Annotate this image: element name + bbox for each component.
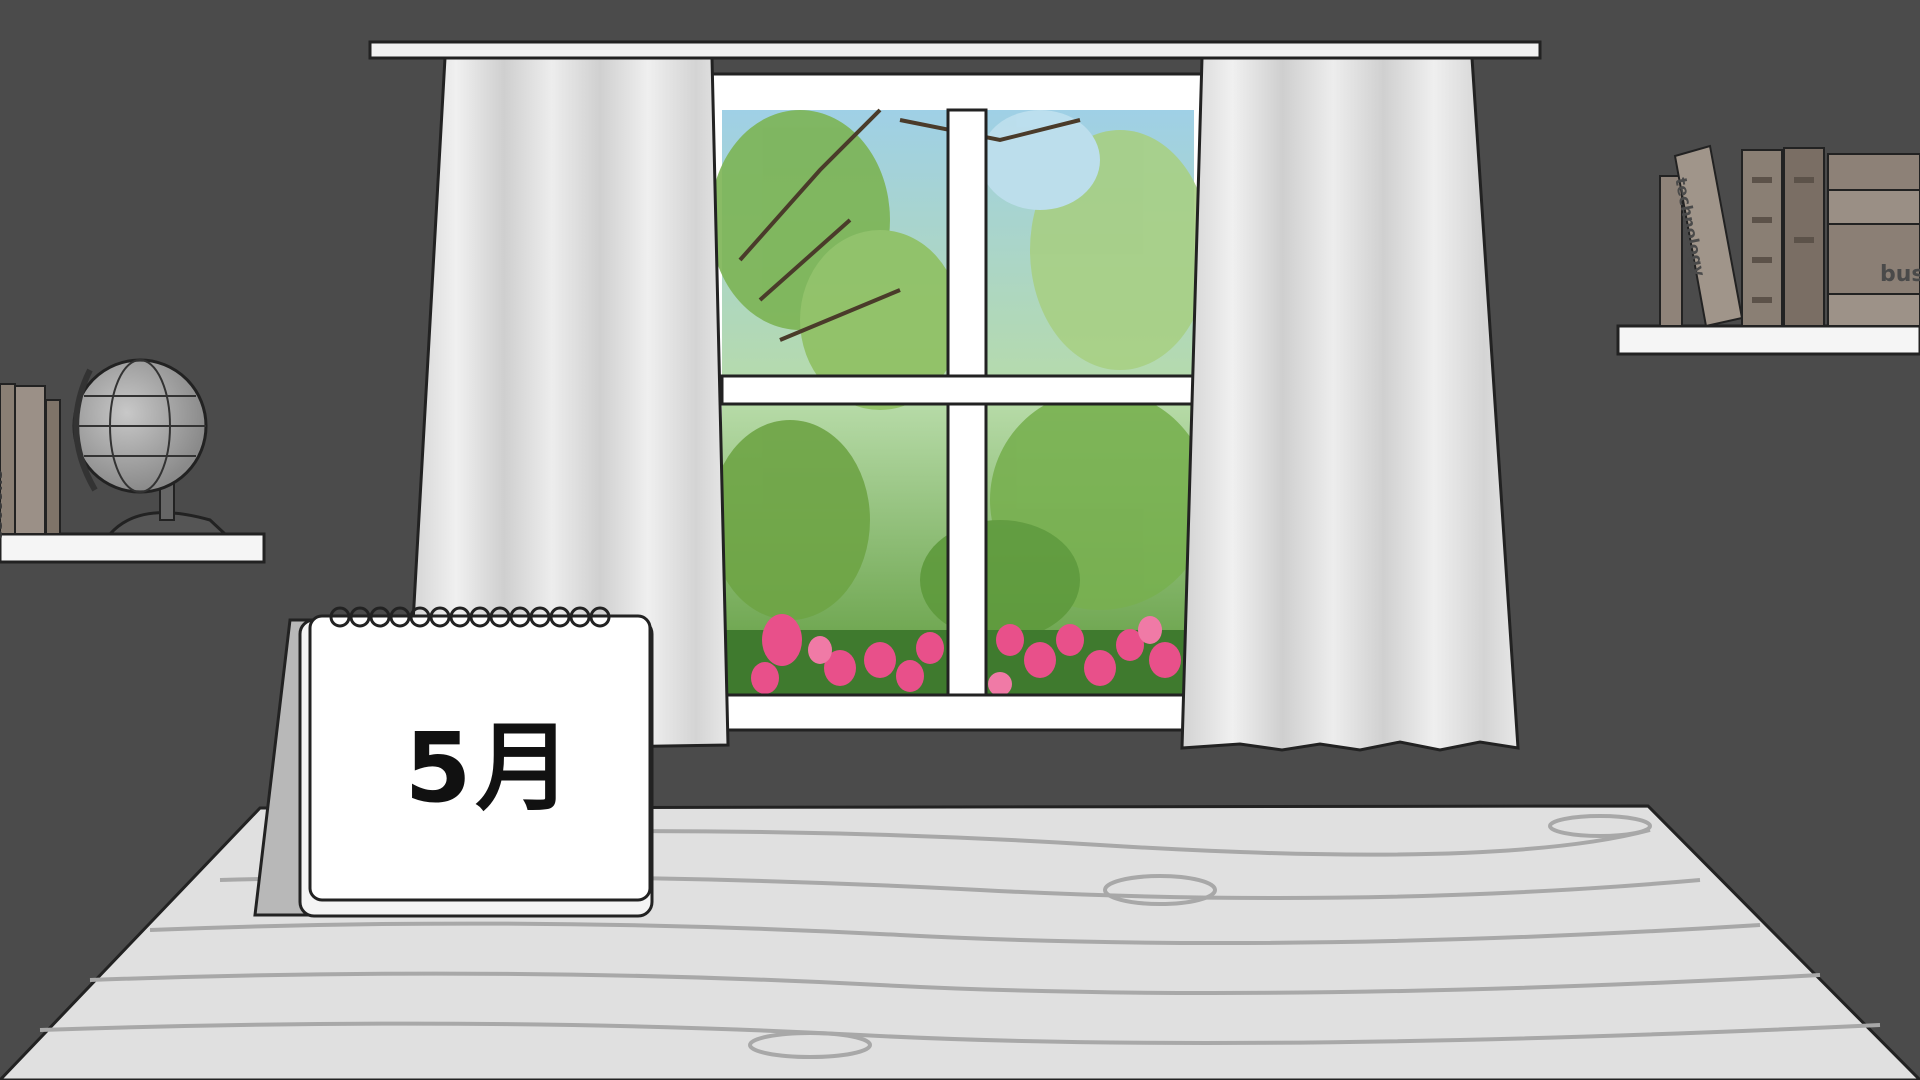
calendar-month-label: 5月: [404, 712, 576, 824]
window-sill: [710, 693, 1206, 732]
book-right-8: [1827, 293, 1920, 327]
window-mullion-horizontal: [720, 374, 1196, 406]
shelf-left: [0, 358, 266, 564]
book-right-6: [1827, 189, 1920, 225]
room-scene: [0, 40, 1920, 1080]
book-left-3: [45, 399, 61, 535]
book-right-5: [1827, 153, 1920, 191]
curtain-right: [1180, 56, 1520, 752]
book-spine-label-success: success: [0, 470, 8, 540]
globe: [72, 358, 229, 536]
book-left-2: [14, 385, 46, 535]
curtain-rod: [368, 40, 1542, 60]
book-spine-label-bus: bus: [1880, 262, 1920, 287]
shelf-right: [1616, 144, 1920, 356]
window: [710, 72, 1210, 732]
